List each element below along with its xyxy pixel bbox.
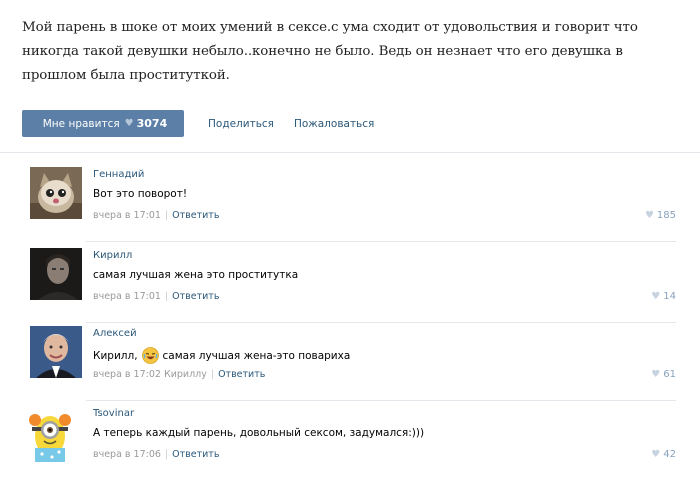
comment-likes[interactable]: ♥ 185 bbox=[645, 210, 676, 221]
avatar[interactable] bbox=[30, 248, 82, 300]
comment-author[interactable]: Tsovinar bbox=[93, 408, 134, 419]
divider bbox=[0, 152, 700, 153]
comment-like-count: 185 bbox=[656, 210, 676, 221]
comment-likes[interactable]: ♥ 42 bbox=[651, 449, 676, 460]
avatar[interactable] bbox=[30, 326, 82, 378]
like-count: 3074 bbox=[136, 117, 168, 130]
reply-link[interactable]: Ответить bbox=[172, 449, 219, 460]
comment-item: Геннадий Вот это поворот! вчера в 17:01 |… bbox=[0, 167, 700, 245]
comment-text: самая лучшая жена это проститутка bbox=[93, 269, 299, 281]
comment-like-count: 61 bbox=[663, 369, 676, 380]
avatar[interactable] bbox=[22, 406, 78, 462]
heart-icon: ♥ bbox=[651, 291, 661, 302]
comment-author[interactable]: Геннадий bbox=[93, 169, 144, 180]
reply-link[interactable]: Ответить bbox=[172, 210, 219, 221]
reply-to-user[interactable]: Кириллу bbox=[164, 369, 207, 380]
comment-author[interactable]: Алексей bbox=[93, 328, 137, 339]
comment-time[interactable]: вчера в 17:01 bbox=[93, 210, 161, 221]
comment-text-body: самая лучшая жена-это повариха bbox=[162, 349, 351, 362]
comment-time[interactable]: вчера в 17:02 bbox=[93, 369, 161, 380]
comment-meta: вчера в 17:02 Кириллу | Ответить bbox=[93, 369, 266, 380]
comment-time[interactable]: вчера в 17:01 bbox=[93, 291, 161, 302]
divider bbox=[86, 322, 676, 323]
comment-meta: вчера в 17:01 | Ответить bbox=[93, 291, 220, 302]
comment-item: Алексей Кирилл, самая лучшая жена-это по… bbox=[0, 326, 700, 404]
post-text: Мой парень в шоке от моих умений в сексе… bbox=[22, 20, 638, 83]
report-link[interactable]: Пожаловаться bbox=[294, 118, 374, 130]
like-label: Мне нравится bbox=[42, 117, 120, 130]
comment-text: Кирилл, самая лучшая жена-это повариха bbox=[93, 347, 350, 364]
comment-likes[interactable]: ♥ 14 bbox=[651, 291, 676, 302]
laughing-emoji-icon bbox=[141, 347, 159, 364]
divider bbox=[86, 241, 676, 242]
heart-icon: ♥ bbox=[124, 118, 134, 129]
comment-time[interactable]: вчера в 17:06 bbox=[93, 449, 161, 460]
comment-text: А теперь каждый парень, довольный сексом… bbox=[93, 427, 425, 439]
heart-icon: ♥ bbox=[644, 210, 654, 221]
share-link[interactable]: Поделиться bbox=[208, 118, 274, 130]
comment-item: Кирилл самая лучшая жена это проститутка… bbox=[0, 248, 700, 326]
heart-icon: ♥ bbox=[651, 369, 661, 380]
comment-text-mention: Кирилл, bbox=[93, 349, 138, 362]
post-actions: Мне нравится ♥ 3074 Поделиться Пожаловат… bbox=[22, 110, 374, 137]
comment-item: Tsovinar А теперь каждый парень, довольн… bbox=[0, 406, 700, 484]
comment-like-count: 42 bbox=[663, 449, 676, 460]
heart-icon: ♥ bbox=[651, 449, 661, 460]
avatar[interactable] bbox=[30, 167, 82, 219]
like-button[interactable]: Мне нравится ♥ 3074 bbox=[22, 110, 184, 137]
comment-meta: вчера в 17:01 | Ответить bbox=[93, 210, 220, 221]
comment-text: Вот это поворот! bbox=[93, 188, 188, 200]
divider bbox=[86, 400, 676, 401]
reply-link[interactable]: Ответить bbox=[218, 369, 265, 380]
comment-meta: вчера в 17:06 | Ответить bbox=[93, 449, 220, 460]
comment-author[interactable]: Кирилл bbox=[93, 250, 132, 261]
reply-link[interactable]: Ответить bbox=[172, 291, 219, 302]
comment-like-count: 14 bbox=[663, 291, 676, 302]
comment-likes[interactable]: ♥ 61 bbox=[651, 369, 676, 380]
